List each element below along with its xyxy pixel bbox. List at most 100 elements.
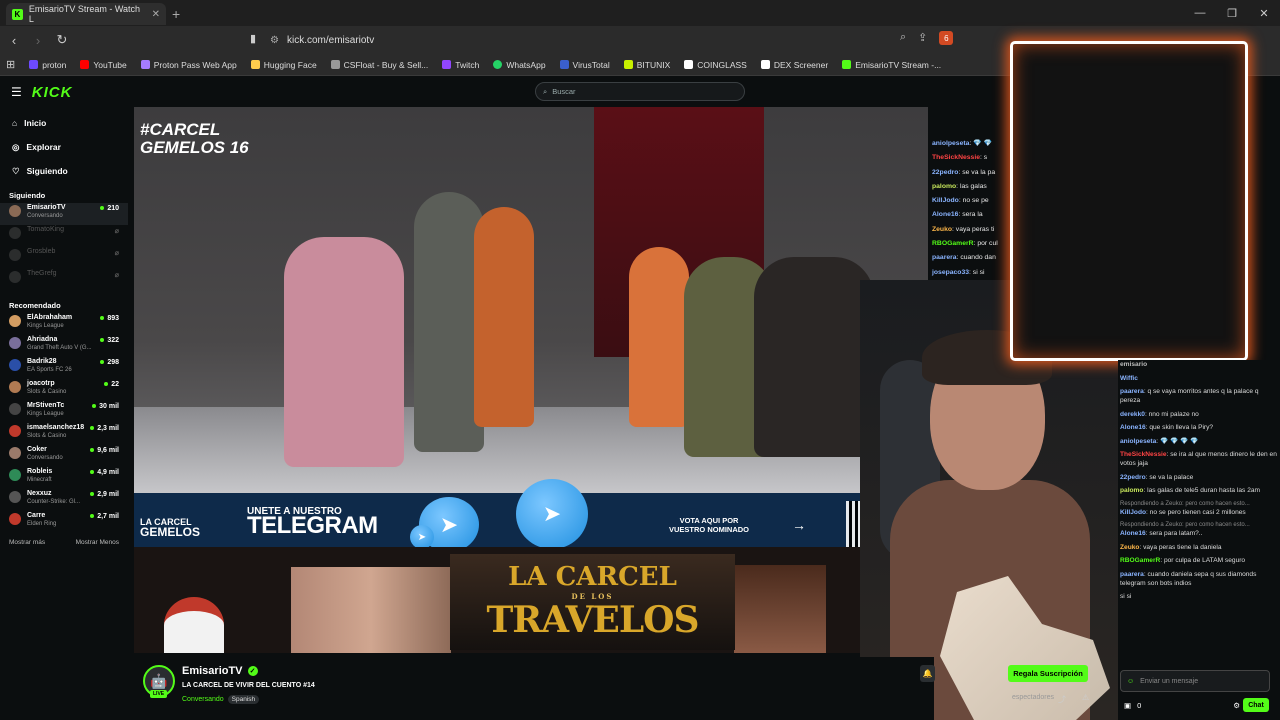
category-link[interactable]: Conversando [182,696,224,703]
show-less-link[interactable]: Mostrar Menos [76,539,119,546]
settings-icon[interactable]: ⚙ [1233,701,1240,710]
emote-icon[interactable]: ☺ [1127,678,1134,685]
new-tab-icon[interactable]: + [172,6,180,22]
bookmark-icon[interactable]: ▮ [250,32,256,45]
channel-item[interactable]: Ahriadna Grand Theft Auto V (G... 322 [0,335,128,357]
hamburger-menu-icon[interactable]: ☰ [11,85,22,99]
chat-message: paarera: cuando dan [932,254,996,262]
share-icon[interactable]: ⤴ [1058,694,1066,705]
channel-item[interactable]: TheGrefg ⌀ [0,269,128,291]
channel-item[interactable]: Badrik28 EA Sports FC 26 298 [0,357,128,379]
bookmark-item[interactable]: EmisarioTV Stream -... [842,60,941,70]
chat-message: paarera: cuando daniela sepa q sus diamo… [1120,570,1257,587]
search-input[interactable]: ⌕ Buscar [535,82,745,101]
avatar [9,381,21,393]
gift-sub-button[interactable]: Regala Suscripción [1008,665,1088,682]
channel-item[interactable]: Grosbleb ⌀ [0,247,128,269]
youtube-icon [80,60,90,69]
search-icon: ⌕ [543,86,548,96]
chat-message: Respondiendo a Zeuko: pero como hacen es… [1118,500,1280,517]
channel-item[interactable]: Robleis Minecraft 4,9 mil [0,467,128,489]
offline-icon: ⌀ [114,250,119,257]
share-icon[interactable]: ⇪ [918,31,927,45]
bookmark-item[interactable]: DEX Screener [760,60,828,70]
reply-context: Respondiendo a Zeuko: pero como hacen es… [1120,500,1250,507]
avatar [9,271,21,283]
channel-item[interactable]: EmisarioTV Conversando 210 [0,203,128,225]
channel-item[interactable]: Coker Conversando 9,6 mil [0,445,128,467]
heart-icon: ♡ [12,165,20,176]
coinglass-icon [684,60,694,69]
show-hashtag: #CARCEL GEMELOS 16 [140,120,249,157]
channel-item[interactable]: Nexxuz Counter-Strike: Gl... 2,9 mil [0,489,128,511]
site-info-icon[interactable]: ⚙ [270,35,279,46]
back-icon[interactable]: ‹ [4,33,24,48]
reload-icon[interactable]: ↻ [52,32,72,48]
sidebar-item-inicio[interactable]: ⌂ Inicio [0,111,128,135]
bell-icon[interactable]: 🔔 [920,665,935,682]
report-icon[interactable]: ⚠ [1082,693,1089,702]
stream-title: LA CARCEL DE VIVIR DEL CUENTO #14 [182,682,315,689]
forward-icon[interactable]: › [28,33,48,48]
bookmark-item[interactable]: proton [29,60,66,70]
recommended-title: Recomendado [9,301,61,310]
dex-screener-icon [760,60,770,69]
twitch-icon [442,60,452,69]
bookmark-item[interactable]: WhatsApp [493,60,546,70]
chat-message: RBOGamerR: por cul [932,240,998,248]
chat-send-button[interactable]: Chat [1243,698,1269,712]
minimize-icon[interactable]: — [1184,0,1216,26]
bookmark-item[interactable]: BITUNIX [623,60,670,70]
chat-message: Zeuko: vaya peras tiene la daniela [1120,543,1222,551]
language-tag[interactable]: Spanish [227,695,260,704]
bookmark-item[interactable]: Twitch [442,60,479,70]
chat-message: TheSickNessie: s [932,154,988,162]
streamer-info: 🤖 LIVE EmisarioTV ✓ LA CARCEL DE VIVIR D… [134,657,934,720]
avatar [9,403,21,415]
zoom-search-icon[interactable]: ⌕ [900,31,906,45]
channel-item[interactable]: joacotrp Slots & Casino 22 [0,379,128,401]
apps-grid-icon[interactable]: ⊞ [6,58,15,71]
sidebar-item-siguiendo[interactable]: ♡ Siguiendo [0,159,128,183]
avatar [9,447,21,459]
proton-icon [29,60,39,69]
channel-item[interactable]: MrStivenTc Kings League 30 mil [0,401,128,423]
channel-item[interactable]: Carre Elden Ring 2,7 mil [0,511,128,533]
bookmark-item[interactable]: YouTube [80,60,127,70]
bookmark-item[interactable]: VirusTotal [559,60,610,70]
jester-graphic [164,597,224,653]
avatar [9,491,21,503]
following-title: Siguiendo [9,191,46,200]
channel-item[interactable]: ismaelsanchez18 Slots & Casino 2,3 mil [0,423,128,445]
channel-item[interactable]: TomatoKing ⌀ [0,225,128,247]
bookmark-item[interactable]: CSFloat - Buy & Sell... [330,60,428,70]
virustotal-icon [559,60,569,69]
chat-input[interactable]: ☺ Enviar un mensaje [1120,670,1270,692]
streamer-name[interactable]: EmisarioTV ✓ [182,665,258,677]
chat-input-placeholder: Enviar un mensaje [1140,677,1199,685]
person-figure [754,257,874,457]
chat-message: Alone16: que skin lleva la Piry? [1120,424,1214,431]
chat-message: palomo: las galas de tele5 duran hasta l… [1120,487,1261,494]
video-player[interactable]: #CARCEL GEMELOS 16 LA CARCEL GEMELOS UNE… [134,107,928,653]
viewer-count: 210 [100,205,119,212]
bookmark-item[interactable]: Proton Pass Web App [140,60,237,70]
browser-tab[interactable]: K EmisarioTV Stream - Watch L ✕ [6,3,166,25]
gift-icon[interactable]: ▣ [1124,701,1131,710]
sidebar-item-explorar[interactable]: ◎ Explorar [0,135,128,159]
restore-icon[interactable]: ❐ [1216,0,1248,26]
person-figure [284,237,404,467]
bookmark-item[interactable]: Hugging Face [250,60,317,70]
kick-logo[interactable]: KICK [32,84,73,101]
channel-item[interactable]: ElAbrahaham Kings League 893 [0,313,128,335]
show-more-link[interactable]: Mostrar más [9,539,45,546]
bookmark-item[interactable]: COINGLASS [684,60,747,70]
close-tab-icon[interactable]: ✕ [152,9,160,20]
brave-shield-icon[interactable]: 6 [939,31,954,45]
url-field[interactable]: ⚙ kick.com/emisariotv [270,31,990,49]
chat-message: aniolpeseta: 💎 💎 💎 💎 [1120,437,1199,445]
compass-icon: ◎ [12,141,20,152]
bitunix-icon [623,60,633,69]
banner-show-logo: LA CARCEL GEMELOS [140,517,201,539]
close-window-icon[interactable]: ✕ [1248,0,1280,26]
